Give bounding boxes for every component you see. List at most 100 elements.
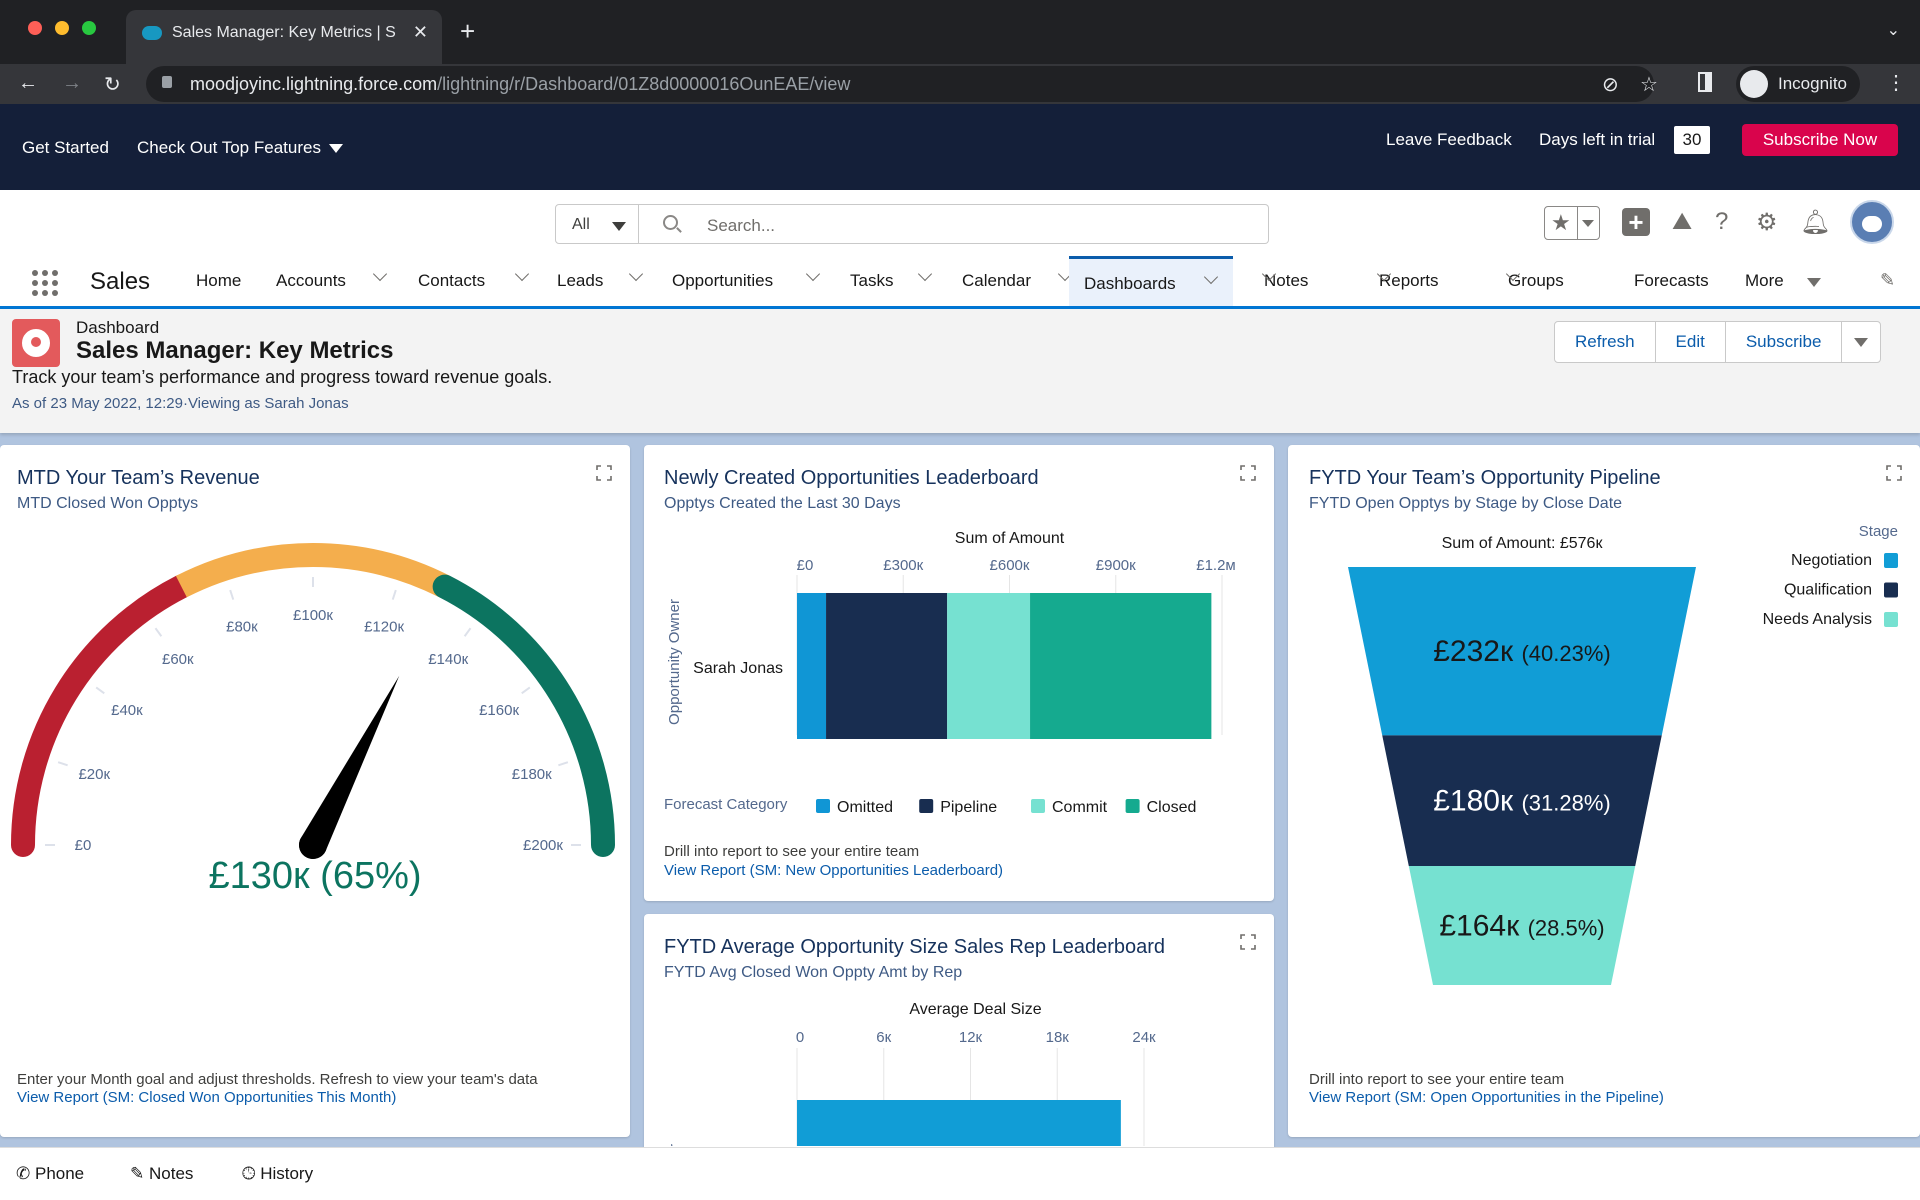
minimize-window-button[interactable] [55,21,69,35]
avg-deal-size-chart[interactable]: Average Deal Size 0 6к 12к 18к 24к Owner [644,996,1274,1146]
reload-icon[interactable]: ↻ [104,72,121,97]
browser-tab[interactable]: Sales Manager: Key Metrics | Salesforce … [126,10,442,64]
top-features-label: Check Out Top Features [137,138,321,157]
app-launcher-icon[interactable] [32,270,58,296]
stacked-bar-chart[interactable]: Sum of Amount £0 £300к £600к £900к £1.2м Sarah… [644,525,1274,855]
legend-label: Closed [1147,799,1197,816]
star-bookmark-icon[interactable]: ☆ [1640,72,1658,97]
utility-notes[interactable]: ✎ Notes [130,1164,193,1184]
expand-icon[interactable] [596,465,612,481]
setup-gear-icon[interactable]: ⚙ [1756,208,1778,237]
x-tick-label: £900к [1096,557,1136,574]
utility-label: Phone [34,1164,85,1183]
gauge-tick [95,686,105,695]
view-report-link[interactable]: View Report (SM: Closed Won Opportunitie… [17,1089,396,1106]
top-features-menu[interactable]: Check Out Top Features [137,138,343,158]
gauge-tick-label: £140к [428,651,468,668]
legend-swatch [1884,553,1898,568]
chevron-down-icon[interactable] [628,266,644,282]
trailhead-icon[interactable]: ⛰ [1672,208,1692,236]
legend-label: Commit [1052,799,1108,816]
x-tick-label: 0 [796,1029,804,1046]
chevron-down-icon[interactable] [514,266,530,282]
help-icon[interactable]: ? [1715,208,1728,236]
tab-search-chevron-icon[interactable]: ⌄ [1887,20,1900,40]
nav-item-label: Home [196,271,242,290]
chevron-down-icon[interactable] [917,266,933,282]
close-window-button[interactable] [28,21,42,35]
global-search-input[interactable]: Search... [639,204,1269,244]
bar-segment-pipeline[interactable] [826,593,948,739]
object-label: Dashboard [76,318,160,337]
utility-history[interactable]: 🕒︎ History [242,1164,313,1184]
bar-segment-commit[interactable] [947,593,1031,739]
more-actions-button[interactable] [1842,322,1880,362]
bar-segment-closed[interactable] [1030,593,1212,739]
url-text[interactable]: moodjoyinc.lightning.force.com/lightning… [190,74,850,95]
notifications-bell-icon[interactable]: 🔔︎ [1800,208,1830,237]
legend-title: Stage [1859,523,1898,540]
gauge-tick-label: £40к [111,702,143,719]
incognito-profile-button[interactable]: Incognito [1736,66,1860,102]
browser-menu-kebab-icon[interactable]: ⋮ [1886,70,1906,95]
favorites-dropdown-icon[interactable] [1582,220,1594,227]
chevron-down-icon[interactable] [1203,269,1219,285]
x-tick-label: 6к [876,1029,891,1046]
nav-item-dashboards[interactable]: Dashboards [1069,256,1233,308]
chevron-down-icon[interactable] [372,266,388,282]
dashboard-meta: As of 23 May 2022, 12:29·Viewing as Sara… [12,395,349,412]
caret-down-icon[interactable] [1807,278,1821,287]
edit-nav-pencil-icon[interactable]: ✎ [1880,270,1895,291]
expand-icon[interactable] [1240,934,1256,950]
gauge-tick [558,761,569,767]
leave-feedback-link[interactable]: Leave Feedback [1386,130,1512,150]
subscribe-button[interactable]: Subscribe [1726,322,1843,362]
edit-button[interactable]: Edit [1656,322,1726,362]
utility-bar: ✆ Phone ✎ Notes 🕒︎ History [0,1147,1920,1200]
x-tick-label: £300к [883,557,923,574]
expand-icon[interactable] [1886,465,1902,481]
nav-item-label: More [1745,271,1784,290]
card-subtitle: Opptys Created the Last 30 Days [664,495,901,512]
get-started-link[interactable]: Get Started [22,138,109,158]
search-scope-select[interactable]: All [555,204,639,244]
back-arrow-icon[interactable]: ← [18,72,38,95]
close-tab-icon[interactable]: ✕ [413,22,428,43]
gauge-tick-label: £180к [512,766,552,783]
sidebar-icon[interactable] [1698,72,1712,92]
gauge-band-0 [11,574,194,857]
forward-arrow-icon[interactable]: → [62,72,82,95]
bar[interactable] [797,1100,1121,1146]
card-subtitle: FYTD Avg Closed Won Oppty Amt by Rep [664,964,963,981]
view-report-link[interactable]: View Report (SM: Open Opportunities in t… [1309,1089,1664,1106]
chevron-down-icon[interactable] [805,266,821,282]
user-avatar[interactable] [1850,200,1894,244]
lock-icon[interactable] [162,76,172,88]
y-axis-label: Opportunity Owner [666,599,683,725]
eye-off-icon[interactable]: ⊘ [1602,72,1619,97]
legend-label: Needs Analysis [1763,611,1872,628]
app-navigation: Sales Home Accounts Contacts Leads Opportuni… [0,256,1920,308]
subscribe-now-button[interactable]: Subscribe Now [1742,124,1898,156]
card-footer-text: Drill into report to see your entire tea… [1309,1071,1565,1088]
refresh-button[interactable]: Refresh [1555,322,1656,362]
view-report-link[interactable]: View Report (SM: New Opportunities Leade… [664,862,1003,879]
salesforce-cloud-icon [142,26,162,40]
maximize-window-button[interactable] [82,21,96,35]
gauge-band-2 [432,574,615,857]
gauge-tick [154,627,163,637]
funnel-chart[interactable]: Sum of Amount: £576к£232к (40.23%)£180к … [1288,521,1920,1061]
bar-segment-omitted[interactable] [797,593,827,739]
global-actions-plus-icon[interactable]: + [1622,208,1650,236]
nav-item-label: Tasks [850,271,894,290]
days-left-count: 30 [1674,126,1710,154]
expand-icon[interactable] [1240,465,1256,481]
incognito-icon [1740,70,1768,98]
star-icon[interactable]: ★ [1551,210,1571,236]
utility-phone[interactable]: ✆ Phone [16,1164,84,1184]
address-bar[interactable]: moodjoyinc.lightning.force.com/lightning… [146,66,1658,102]
favorites-button[interactable]: ★ [1544,206,1600,240]
x-tick-label: 18к [1046,1029,1070,1046]
new-tab-button[interactable]: + [460,16,475,47]
search-icon [663,215,678,230]
